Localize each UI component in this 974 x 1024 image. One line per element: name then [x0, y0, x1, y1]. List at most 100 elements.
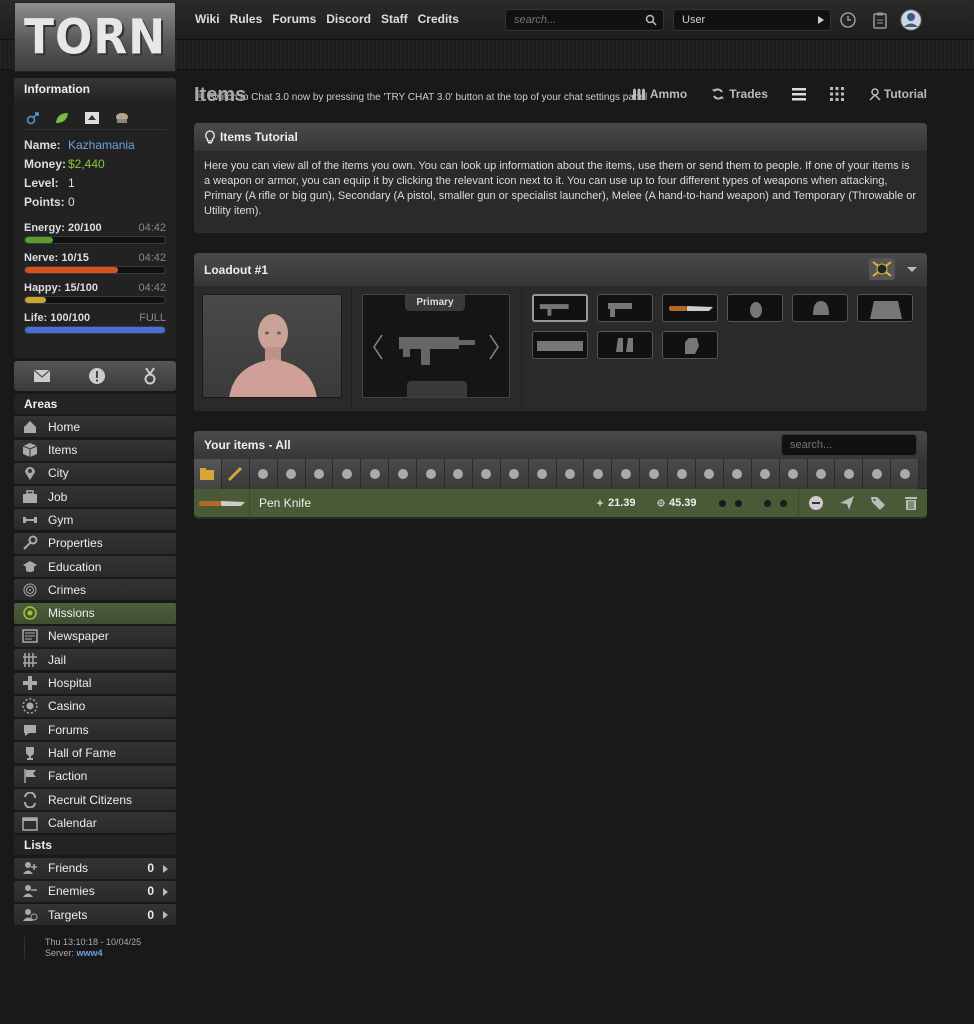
- category-tab[interactable]: [528, 459, 557, 489]
- category-tab[interactable]: [249, 459, 278, 489]
- category-tab[interactable]: [221, 459, 250, 489]
- loadout-slot[interactable]: [857, 294, 913, 322]
- sidebar-item-city[interactable]: City: [14, 462, 176, 484]
- sidebar-item-home[interactable]: Home: [14, 416, 176, 438]
- item-row[interactable]: Pen Knife 21.39 45.39: [194, 489, 927, 517]
- player-name[interactable]: Kazhamania: [68, 138, 135, 157]
- category-tab[interactable]: [668, 459, 697, 489]
- leaf-icon[interactable]: [54, 111, 70, 125]
- sidebar-item-items[interactable]: Items: [14, 439, 176, 461]
- loadout-slot[interactable]: [662, 294, 718, 322]
- category-tab[interactable]: [696, 459, 724, 489]
- category-tab[interactable]: [640, 459, 669, 489]
- loadout-slot[interactable]: [532, 331, 588, 359]
- sidebar-item-hall-of-fame[interactable]: Hall of Fame: [14, 742, 176, 764]
- category-tab[interactable]: [723, 459, 752, 489]
- category-tab[interactable]: [584, 459, 613, 489]
- nav-discord[interactable]: Discord: [326, 12, 371, 26]
- avatar[interactable]: [900, 9, 922, 31]
- job-status-icon[interactable]: [114, 111, 130, 125]
- nav-staff[interactable]: Staff: [381, 12, 408, 26]
- nav-wiki[interactable]: Wiki: [195, 12, 220, 26]
- category-tab[interactable]: [333, 459, 362, 489]
- loadout-slot[interactable]: [532, 294, 588, 322]
- tag-icon[interactable]: [870, 495, 886, 511]
- loadout-slot[interactable]: [727, 294, 783, 322]
- alert-icon[interactable]: [88, 367, 106, 385]
- trash-icon[interactable]: [903, 495, 919, 511]
- sidebar-item-recruit-citizens[interactable]: Recruit Citizens: [14, 789, 176, 811]
- chevron-right-icon[interactable]: [163, 911, 168, 920]
- male-icon[interactable]: [26, 111, 40, 125]
- chevron-right-icon[interactable]: [163, 887, 168, 896]
- loadout-badge-icon[interactable]: [869, 258, 895, 280]
- user-dropdown[interactable]: User: [673, 9, 831, 31]
- chevron-right-icon[interactable]: [487, 333, 501, 361]
- grid-view-icon[interactable]: [829, 87, 844, 101]
- category-tab[interactable]: [305, 459, 334, 489]
- equip-icon[interactable]: [808, 495, 824, 511]
- loadout-slot[interactable]: [597, 294, 653, 322]
- nav-rules[interactable]: Rules: [230, 12, 263, 26]
- category-tab[interactable]: [556, 459, 585, 489]
- sidebar-item-missions[interactable]: Missions: [14, 602, 176, 624]
- category-tab[interactable]: [472, 459, 501, 489]
- category-tab[interactable]: [361, 459, 390, 489]
- clipboard-icon[interactable]: [871, 11, 889, 29]
- search-icon[interactable]: [645, 14, 657, 26]
- tutorial-header[interactable]: Items Tutorial: [194, 123, 927, 151]
- items-search-input[interactable]: [782, 435, 902, 455]
- nav-credits[interactable]: Credits: [418, 12, 459, 26]
- category-tab[interactable]: [445, 459, 473, 489]
- sidebar-item-properties[interactable]: Properties: [14, 532, 176, 554]
- category-tab[interactable]: [835, 459, 864, 489]
- server-name[interactable]: www4: [77, 948, 103, 958]
- tutorial-link[interactable]: Tutorial: [868, 87, 927, 101]
- sidebar-list-targets[interactable]: Targets 0: [14, 904, 176, 926]
- chevron-left-icon[interactable]: [371, 333, 385, 361]
- item-name[interactable]: Pen Knife: [259, 496, 311, 510]
- chevron-down-icon[interactable]: [907, 267, 917, 272]
- loadout-slot[interactable]: [597, 331, 653, 359]
- loadout-slot[interactable]: [792, 294, 848, 322]
- sidebar-item-gym[interactable]: Gym: [14, 509, 176, 531]
- category-tab[interactable]: [277, 459, 306, 489]
- sidebar-item-crimes[interactable]: Crimes: [14, 579, 176, 601]
- loadout-slot[interactable]: [662, 331, 718, 359]
- sidebar-item-education[interactable]: Education: [14, 556, 176, 578]
- sidebar-item-newspaper[interactable]: Newspaper: [14, 625, 176, 647]
- medal-icon[interactable]: [143, 367, 157, 385]
- category-tab[interactable]: [779, 459, 808, 489]
- list-view-icon[interactable]: [791, 87, 806, 101]
- sidebar-item-faction[interactable]: Faction: [14, 765, 176, 787]
- category-tab[interactable]: [863, 459, 892, 489]
- sidebar-list-enemies[interactable]: Enemies 0: [14, 880, 176, 902]
- primary-slot[interactable]: Primary: [362, 294, 510, 398]
- sidebar-item-forums[interactable]: Forums: [14, 719, 176, 741]
- category-tab[interactable]: [417, 459, 446, 489]
- sidebar-list-friends[interactable]: Friends 0: [14, 857, 176, 879]
- send-icon[interactable]: [839, 495, 855, 511]
- category-tab[interactable]: [807, 459, 836, 489]
- sidebar-item-jail[interactable]: Jail: [14, 649, 176, 671]
- category-tab[interactable]: [891, 459, 920, 489]
- sidebar-item-calendar[interactable]: Calendar: [14, 812, 176, 834]
- home-status-icon[interactable]: [84, 111, 100, 125]
- ammo-link[interactable]: Ammo: [632, 87, 687, 101]
- category-tab[interactable]: [500, 459, 529, 489]
- sidebar-item-job[interactable]: Job: [14, 486, 176, 508]
- nav-forums[interactable]: Forums: [272, 12, 316, 26]
- category-tab[interactable]: [751, 459, 780, 489]
- category-tab[interactable]: [612, 459, 641, 489]
- chevron-right-icon[interactable]: [163, 864, 168, 873]
- loadout-panel: Loadout #1 Primary: [194, 253, 927, 411]
- mail-icon[interactable]: [33, 369, 51, 383]
- category-tab[interactable]: [389, 459, 418, 489]
- category-tab[interactable]: [194, 459, 222, 489]
- header-search-input[interactable]: [506, 10, 636, 30]
- sidebar-item-casino[interactable]: Casino: [14, 695, 176, 717]
- sidebar-item-hospital[interactable]: Hospital: [14, 672, 176, 694]
- clock-icon[interactable]: [839, 11, 857, 29]
- trades-link[interactable]: Trades: [711, 87, 768, 101]
- torn-logo[interactable]: TORN: [14, 2, 176, 72]
